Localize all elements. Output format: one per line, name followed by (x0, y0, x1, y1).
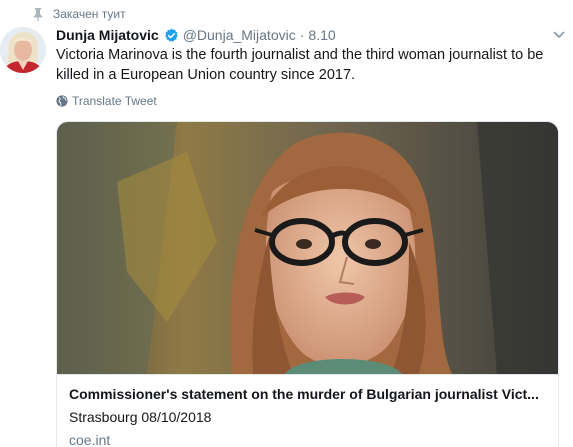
avatar[interactable] (0, 27, 46, 73)
pin-icon (33, 8, 43, 21)
card-title: Commissioner's statement on the murder o… (69, 386, 539, 402)
link-card[interactable]: Commissioner's statement on the murder o… (56, 121, 559, 447)
tweet-text: Victoria Marinova is the fourth journali… (56, 47, 544, 83)
card-body: Commissioner's statement on the murder o… (57, 374, 558, 447)
tweet-date[interactable]: 8.10 (308, 26, 335, 44)
author-name[interactable]: Dunja Mijatovic (56, 26, 159, 44)
separator-dot: · (299, 27, 305, 43)
card-domain: coe.int (69, 432, 111, 447)
translate-tweet-link[interactable]: Translate Tweet (56, 94, 157, 108)
pinned-indicator: Закачен туит (32, 5, 126, 23)
tweet-header: Dunja Mijatovic @Dunja_Mijatovic · 8.10 (56, 26, 336, 44)
verified-badge-icon (164, 28, 178, 41)
pinned-tweet[interactable]: Закачен туит Dunja Mijatovic @Dunja_Mija… (0, 0, 573, 447)
card-image (57, 122, 558, 374)
pinned-label: Закачен туит (53, 7, 126, 21)
card-description: Strasbourg 08/10/2018 (69, 409, 212, 425)
chevron-down-icon[interactable] (553, 30, 565, 40)
author-handle[interactable]: @Dunja_Mijatovic (183, 26, 296, 44)
avatar-image (0, 27, 46, 73)
translate-label: Translate Tweet (72, 94, 157, 108)
globe-icon (56, 95, 68, 107)
